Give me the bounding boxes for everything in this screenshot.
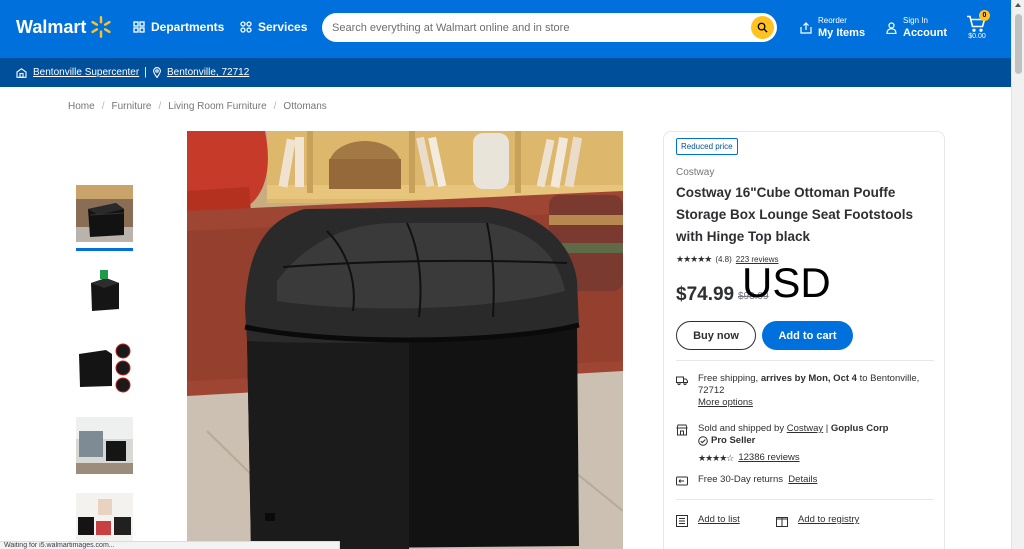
breadcrumb-separator: / [273,101,277,112]
reduced-price-badge: Reduced price [676,138,738,155]
divider [676,499,934,500]
reorder-big-label: My Items [818,27,866,39]
sold-prefix: Sold and shipped by [698,423,787,434]
product-title: Costway 16"Cube Ottoman Pouffe Storage B… [676,185,914,244]
seller-star-icon: ★★★★☆ [698,453,734,463]
services-label: Services [258,20,308,34]
breadcrumb-separator: / [101,101,105,112]
location-name: Bentonville, 72712 [167,67,250,78]
departments-label: Departments [151,20,225,34]
breadcrumb-home[interactable]: Home [68,101,95,112]
walmart-logo[interactable]: Walmart [16,15,113,39]
seller-separator: | [823,423,831,434]
check-badge-icon [698,436,708,446]
store-name: Bentonville Supercenter [33,67,140,78]
returns-text: Free 30-Day returns Details [698,474,938,486]
rating-value: (4.8) [715,255,732,264]
spark-icon [91,16,112,38]
vertical-scrollbar[interactable] [1011,0,1024,549]
shipping-prefix: Free shipping, [698,373,761,384]
user-icon [886,22,897,34]
cart-total: $0.00 [968,33,986,40]
location-pin-icon [153,67,161,78]
shipping-text: Free shipping, arrives by Mon, Oct 4 to … [698,373,938,409]
reorder-small-label: Reorder [818,16,847,25]
list-icon [676,515,688,527]
services-icon [240,21,252,33]
main-product-image[interactable] [187,131,623,549]
thumbnail-4[interactable] [76,417,133,474]
pro-seller-label: Pro Seller [711,435,756,446]
search-icon [757,22,768,33]
departments-button[interactable]: Departments [133,20,224,34]
location-selector[interactable]: Bentonville, 72712 [153,67,249,78]
cart-count-badge: 0 [979,10,990,21]
truck-icon [676,376,688,386]
seller-link[interactable]: Costway [787,423,823,434]
top-header: Walmart Departments Services Search ever… [0,0,1011,58]
usd-overlay-text: USD [742,259,831,306]
thumbnail-selected-indicator [76,248,133,251]
search-bar [322,13,777,42]
pro-seller-badge: Pro Seller [698,435,755,447]
seller-rating: ★★★★☆ 12386 reviews [698,452,800,464]
reorder-my-items-link[interactable]: Reorder My Items [800,16,865,40]
seller-corp: Goplus Corp [830,423,889,434]
add-to-registry-label: Add to registry [798,514,860,525]
search-input[interactable] [332,19,742,36]
seller-text: Sold and shipped by Costway | Goplus Cor… [698,423,938,465]
walmart-product-page: Walmart Departments Services Search ever… [0,0,1024,549]
signin-big-label: Account [903,27,947,39]
divider [676,360,934,361]
breadcrumb-living-room[interactable]: Living Room Furniture [168,101,266,112]
thumbnail-3[interactable] [76,340,133,397]
star-rating-icon: ★★★★★ [676,254,712,264]
thumbnail-1-selected[interactable] [76,185,133,242]
breadcrumb-ottomans[interactable]: Ottomans [283,101,326,112]
subbar-divider: | [144,66,147,78]
store-selector[interactable]: Bentonville Supercenter [16,67,139,78]
breadcrumb-separator: / [158,101,162,112]
gift-icon [776,517,788,527]
seller-store-icon [676,424,688,436]
returns-icon [676,476,688,486]
product-info-panel: Reduced price Costway Costway 16"Cube Ot… [663,131,945,549]
store-location-bar: Bentonville Supercenter | Bentonville, 7… [0,58,1011,87]
breadcrumb-furniture[interactable]: Furniture [111,101,151,112]
arrival-date: arrives by Mon, Oct 4 [760,373,857,384]
grid-icon [133,21,145,33]
signin-text: Sign In Account [903,16,947,40]
current-price: $74.99 [676,284,735,305]
buy-now-button[interactable]: Buy now [676,321,756,350]
signin-small-label: Sign In [903,16,928,25]
more-options-link[interactable]: More options [698,397,753,408]
reorder-icon [800,22,812,34]
seller-reviews-link[interactable]: 12386 reviews [738,452,799,464]
breadcrumb: Home / Furniture / Living Room Furniture… [68,101,327,112]
browser-status-bar: Waiting for i5.walmartimages.com... [0,541,340,549]
search-button[interactable] [751,16,774,39]
returns-details-link[interactable]: Details [788,474,817,485]
logo-text: Walmart [16,16,87,37]
brand-link[interactable]: Costway [676,167,714,178]
scrollbar-thumb[interactable] [1015,14,1022,74]
store-icon [16,67,27,78]
services-button[interactable]: Services [240,20,307,34]
scroll-up-arrow-icon[interactable] [1015,3,1021,7]
sign-in-account-link[interactable]: Sign In Account [886,16,947,40]
thumbnail-2[interactable] [76,265,133,322]
returns-label: Free 30-Day returns [698,474,784,485]
cart-button[interactable]: 0 $0.00 [964,10,990,48]
add-to-cart-button[interactable]: Add to cart [762,321,853,350]
reorder-text: Reorder My Items [818,16,865,40]
